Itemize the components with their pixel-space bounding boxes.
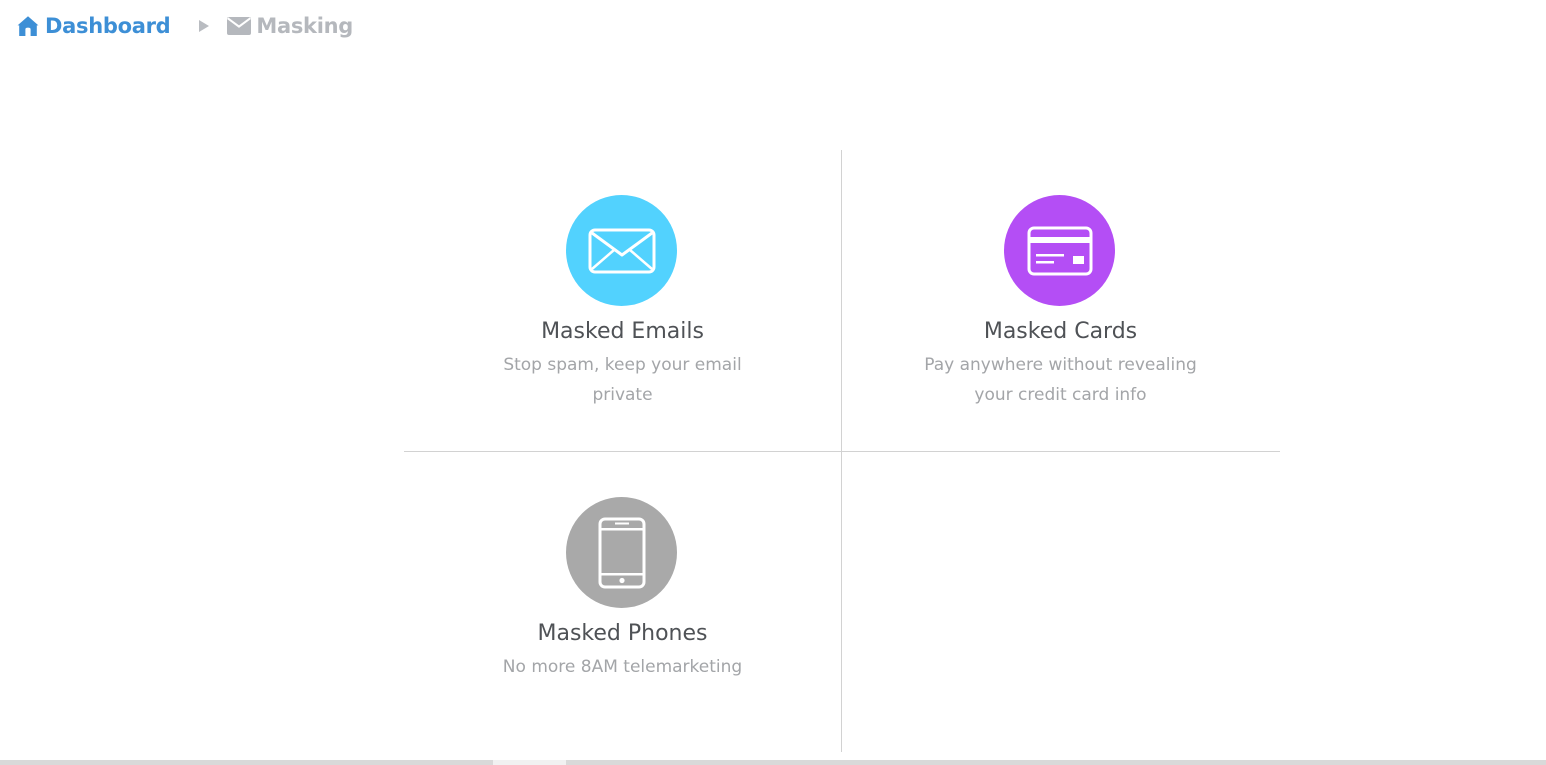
envelope-icon	[227, 17, 252, 35]
masked-cards-description: Pay anywhere without revealing your cred…	[924, 355, 1197, 405]
credit-card-icon	[1027, 226, 1092, 275]
home-icon	[17, 16, 39, 36]
breadcrumb: Dashboard Masking	[16, 10, 353, 42]
masking-options-grid: Masked Emails Stop spam, keep your email…	[404, 150, 1280, 752]
masked-emails-description: Stop spam, keep your email private	[503, 355, 742, 405]
masked-cards-icon-circle	[1004, 195, 1115, 306]
masked-cards-option[interactable]: Masked Cards Pay anywhere without reveal…	[842, 150, 1279, 451]
breadcrumb-masking-label: Masking	[256, 14, 353, 38]
breadcrumb-masking: Masking	[227, 14, 353, 38]
masked-phones-icon-circle	[566, 497, 677, 608]
masked-phones-description: No more 8AM telemarketing	[502, 657, 743, 677]
masked-emails-icon-circle	[566, 195, 677, 306]
masked-cards-title: Masked Cards	[983, 319, 1138, 344]
masked-emails-title: Masked Emails	[541, 319, 704, 344]
breadcrumb-dashboard-label: Dashboard	[45, 14, 171, 38]
masked-phones-title: Masked Phones	[537, 621, 708, 646]
horizontal-scrollbar[interactable]	[0, 760, 1546, 765]
breadcrumb-dashboard-link[interactable]: Dashboard	[16, 14, 171, 38]
triangle-right-icon	[198, 19, 210, 33]
masked-phones-option[interactable]: Masked Phones No more 8AM telemarketing	[404, 452, 841, 753]
masked-emails-option[interactable]: Masked Emails Stop spam, keep your email…	[404, 150, 841, 451]
phone-icon	[598, 517, 645, 588]
envelope-icon	[588, 228, 655, 273]
scrollbar-thumb[interactable]	[493, 760, 566, 765]
